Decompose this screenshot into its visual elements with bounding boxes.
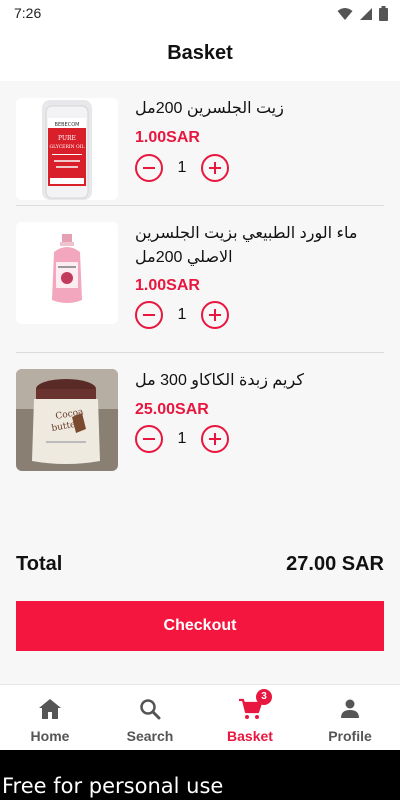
status-time: 7:26 <box>14 5 42 21</box>
status-icons <box>337 6 388 26</box>
basket-item: Cocoa butter كريم زبدة الكاكاو 300 مل 25… <box>0 353 400 483</box>
home-icon <box>38 698 62 725</box>
basket-item: ماء الورد الطبيعي بزيت الجلسرين الاصلي 2… <box>0 206 400 353</box>
quantity-value: 1 <box>177 306 187 323</box>
nav-item-profile[interactable]: Profile <box>300 685 400 750</box>
quantity-stepper: 1 <box>135 425 229 453</box>
watermark-bar: Free for personal use <box>0 750 400 800</box>
quantity-value: 1 <box>177 159 187 176</box>
svg-text:GLYCERIN OIL: GLYCERIN OIL <box>50 144 85 150</box>
product-image[interactable]: Cocoa butter <box>16 369 118 471</box>
cart-count-badge: 3 <box>256 689 272 705</box>
nav-label: Home <box>30 728 70 744</box>
svg-text:BEBECOM: BEBECOM <box>55 122 80 128</box>
item-price: 1.00SAR <box>135 277 200 294</box>
nav-item-basket[interactable]: 3 Basket <box>200 685 300 750</box>
increase-quantity-button[interactable] <box>201 301 229 329</box>
wifi-icon <box>337 7 353 26</box>
increase-quantity-button[interactable] <box>201 154 229 182</box>
increase-quantity-button[interactable] <box>201 425 229 453</box>
minus-icon <box>143 438 155 440</box>
total-label: Total <box>16 553 63 575</box>
quantity-stepper: 1 <box>135 154 229 182</box>
basket-list: BEBECOM PURE GLYCERIN OIL زيت الجلسرين 2… <box>0 81 400 684</box>
svg-text:PURE: PURE <box>58 135 76 142</box>
total-row: Total 27.00 SAR <box>16 553 384 576</box>
basket-item: BEBECOM PURE GLYCERIN OIL زيت الجلسرين 2… <box>0 81 400 206</box>
nav-label: Search <box>126 728 174 744</box>
signal-icon <box>359 7 373 26</box>
item-name: زيت الجلسرين 200مل <box>135 100 284 117</box>
product-image[interactable] <box>16 222 118 324</box>
nav-item-search[interactable]: Search <box>100 685 200 750</box>
minus-icon <box>143 167 155 169</box>
decrease-quantity-button[interactable] <box>135 425 163 453</box>
quantity-value: 1 <box>177 430 187 447</box>
total-value: 27.00 SAR <box>286 553 384 575</box>
item-name: ماء الورد الطبيعي بزيت الجلسرين الاصلي 2… <box>135 225 358 266</box>
person-icon <box>339 698 361 725</box>
minus-icon <box>143 314 155 316</box>
page-title: Basket <box>167 42 233 64</box>
item-name: كريم زبدة الكاكاو 300 مل <box>135 372 304 389</box>
item-price: 1.00SAR <box>135 129 200 146</box>
checkout-button[interactable]: Checkout <box>16 601 384 651</box>
item-price: 25.00SAR <box>135 401 209 418</box>
product-image[interactable]: BEBECOM PURE GLYCERIN OIL <box>16 98 118 200</box>
decrease-quantity-button[interactable] <box>135 301 163 329</box>
app-header: Basket <box>0 26 400 81</box>
decrease-quantity-button[interactable] <box>135 154 163 182</box>
status-bar: 7:26 <box>0 0 400 26</box>
nav-label: Basket <box>227 728 273 744</box>
watermark-text: Free for personal use <box>2 774 224 798</box>
nav-label: Profile <box>328 728 372 744</box>
nav-item-home[interactable]: Home <box>0 685 100 750</box>
search-icon <box>139 698 161 725</box>
quantity-stepper: 1 <box>135 301 229 329</box>
battery-icon <box>379 6 388 26</box>
bottom-nav: Home Search 3 Basket Profile <box>0 684 400 750</box>
